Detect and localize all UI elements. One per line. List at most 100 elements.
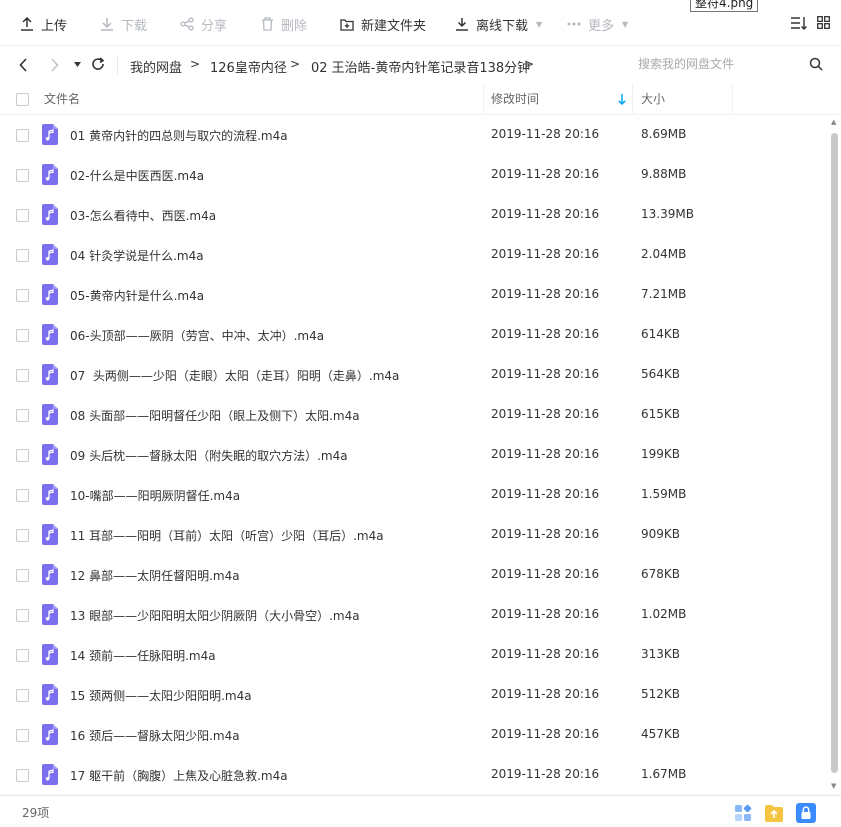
column-header-size[interactable]: 大小 <box>641 84 665 115</box>
upload-button[interactable]: 上传 <box>20 14 67 34</box>
scroll-down-icon[interactable]: ▼ <box>831 782 836 790</box>
file-name[interactable]: 05-黄帝内针是什么.m4a <box>70 287 204 304</box>
row-checkbox[interactable] <box>16 409 29 422</box>
breadcrumb-item-root[interactable]: 我的网盘 <box>130 57 182 76</box>
row-checkbox[interactable] <box>16 249 29 262</box>
new-folder-label: 新建文件夹 <box>361 18 427 34</box>
apps-icon[interactable] <box>733 803 753 823</box>
file-modified-time: 2019-11-28 20:16 <box>491 167 600 181</box>
file-name[interactable]: 11 耳部——阳明（耳前）太阳（听宫）少阳（耳后）.m4a <box>70 527 384 544</box>
download-label: 下载 <box>121 18 148 34</box>
file-size: 13.39MB <box>641 207 694 221</box>
row-checkbox[interactable] <box>16 129 29 142</box>
lock-icon[interactable] <box>796 803 816 823</box>
file-row[interactable]: 07 头两侧——少阳（走眼）太阳（走耳）阳明（走鼻）.m4a 2019-11-2… <box>0 355 828 395</box>
sort-button[interactable] <box>790 16 807 34</box>
row-checkbox[interactable] <box>16 689 29 702</box>
new-folder-button[interactable]: 新建文件夹 <box>340 14 426 34</box>
file-row[interactable]: 06-头顶部——厥阴（劳宫、中冲、太冲）.m4a 2019-11-28 20:1… <box>0 315 828 355</box>
delete-button[interactable]: 删除 <box>261 14 307 34</box>
file-size: 1.02MB <box>641 607 687 621</box>
upload-label: 上传 <box>41 18 68 34</box>
grid-view-button[interactable] <box>817 16 830 33</box>
search-icon[interactable] <box>809 57 823 71</box>
row-checkbox[interactable] <box>16 329 29 342</box>
audio-file-icon <box>42 604 58 625</box>
file-name[interactable]: 03-怎么看待中、西医.m4a <box>70 207 216 224</box>
row-checkbox[interactable] <box>16 209 29 222</box>
file-row[interactable]: 15 颈两侧——太阳少阳阳明.m4a 2019-11-28 20:16 512K… <box>0 675 828 715</box>
audio-file-icon <box>42 284 58 305</box>
row-checkbox[interactable] <box>16 569 29 582</box>
file-name[interactable]: 14 颈前——任脉阳明.m4a <box>70 647 216 664</box>
file-row[interactable]: 05-黄帝内针是什么.m4a 2019-11-28 20:16 7.21MB <box>0 275 828 315</box>
row-checkbox[interactable] <box>16 169 29 182</box>
row-checkbox[interactable] <box>16 729 29 742</box>
refresh-icon[interactable] <box>91 57 105 71</box>
file-row[interactable]: 02-什么是中医西医.m4a 2019-11-28 20:16 9.88MB <box>0 155 828 195</box>
back-arrow-icon[interactable] <box>19 58 28 72</box>
row-checkbox[interactable] <box>16 489 29 502</box>
download-button[interactable]: 下载 <box>100 14 147 34</box>
file-row[interactable]: 12 鼻部——太阴任督阳明.m4a 2019-11-28 20:16 678KB <box>0 555 828 595</box>
file-name[interactable]: 17 躯干前（胸腹）上焦及心脏急救.m4a <box>70 767 288 784</box>
file-row[interactable]: 10-嘴部——阳明厥阴督任.m4a 2019-11-28 20:16 1.59M… <box>0 475 828 515</box>
row-checkbox[interactable] <box>16 289 29 302</box>
sort-descending-icon[interactable] <box>618 94 626 105</box>
file-name[interactable]: 10-嘴部——阳明厥阴督任.m4a <box>70 487 240 504</box>
audio-file-icon <box>42 204 58 225</box>
file-row[interactable]: 09 头后枕——督脉太阳（附失眠的取穴方法）.m4a 2019-11-28 20… <box>0 435 828 475</box>
chevron-down-icon: ▼ <box>622 19 629 29</box>
column-header-modified[interactable]: 修改时间 <box>491 84 539 115</box>
trash-icon <box>262 17 273 31</box>
file-modified-time: 2019-11-28 20:16 <box>491 527 600 541</box>
share-button[interactable]: 分享 <box>180 14 227 34</box>
file-name[interactable]: 08 头面部——阳明督任少阳（眼上及侧下）太阳.m4a <box>70 407 360 424</box>
file-name[interactable]: 06-头顶部——厥阴（劳宫、中冲、太冲）.m4a <box>70 327 324 344</box>
row-checkbox[interactable] <box>16 529 29 542</box>
row-checkbox[interactable] <box>16 609 29 622</box>
file-name[interactable]: 15 颈两侧——太阳少阳阳明.m4a <box>70 687 252 704</box>
audio-file-icon <box>42 524 58 545</box>
row-checkbox[interactable] <box>16 649 29 662</box>
file-row[interactable]: 13 眼部——少阳阳明太阳少阴厥阴（大小骨空）.m4a 2019-11-28 2… <box>0 595 828 635</box>
breadcrumb-item-folder[interactable]: 126皇帝内径 <box>210 57 287 76</box>
navigation-bar: 我的网盘 > 126皇帝内径 > 02 王治皓-黄帝内针笔记录音138分钟 > <box>0 46 841 84</box>
table-header: 文件名 修改时间 大小 <box>0 84 841 115</box>
file-name[interactable]: 07 头两侧——少阳（走眼）太阳（走耳）阳明（走鼻）.m4a <box>70 367 399 384</box>
row-checkbox[interactable] <box>16 769 29 782</box>
column-header-name[interactable]: 文件名 <box>44 84 80 115</box>
file-name[interactable]: 16 颈后——督脉太阳少阳.m4a <box>70 727 240 744</box>
audio-file-icon <box>42 444 58 465</box>
row-checkbox[interactable] <box>16 449 29 462</box>
search-input[interactable] <box>628 52 798 76</box>
offline-download-button[interactable]: 离线下载 ▼ <box>455 14 542 34</box>
file-row[interactable]: 17 躯干前（胸腹）上焦及心脏急救.m4a 2019-11-28 20:16 1… <box>0 755 828 795</box>
history-dropdown-icon[interactable] <box>74 62 81 67</box>
more-button[interactable]: 更多 ▼ <box>567 14 628 34</box>
file-name[interactable]: 02-什么是中医西医.m4a <box>70 167 204 184</box>
file-row[interactable]: 03-怎么看待中、西医.m4a 2019-11-28 20:16 13.39MB <box>0 195 828 235</box>
file-name[interactable]: 09 头后枕——督脉太阳（附失眠的取穴方法）.m4a <box>70 447 348 464</box>
select-all-checkbox[interactable] <box>16 93 29 106</box>
share-icon <box>180 17 194 31</box>
file-row[interactable]: 14 颈前——任脉阳明.m4a 2019-11-28 20:16 313KB <box>0 635 828 675</box>
file-row[interactable]: 16 颈后——督脉太阳少阳.m4a 2019-11-28 20:16 457KB <box>0 715 828 755</box>
upload-folder-icon[interactable] <box>764 803 784 823</box>
vertical-scrollbar[interactable]: ▲ ▼ <box>828 115 841 795</box>
file-name[interactable]: 12 鼻部——太阴任督阳明.m4a <box>70 567 240 584</box>
row-checkbox[interactable] <box>16 369 29 382</box>
item-count: 29项 <box>22 806 50 820</box>
breadcrumb-item-current[interactable]: 02 王治皓-黄帝内针笔记录音138分钟 <box>311 57 530 76</box>
file-name[interactable]: 04 针灸学说是什么.m4a <box>70 247 204 264</box>
scrollbar-thumb[interactable] <box>831 133 838 773</box>
file-row[interactable]: 08 头面部——阳明督任少阳（眼上及侧下）太阳.m4a 2019-11-28 2… <box>0 395 828 435</box>
file-name[interactable]: 13 眼部——少阳阳明太阳少阴厥阴（大小骨空）.m4a <box>70 607 360 624</box>
offline-download-icon <box>456 18 468 31</box>
file-row[interactable]: 04 针灸学说是什么.m4a 2019-11-28 20:16 2.04MB <box>0 235 828 275</box>
file-row[interactable]: 11 耳部——阳明（耳前）太阳（听宫）少阳（耳后）.m4a 2019-11-28… <box>0 515 828 555</box>
forward-arrow-icon[interactable] <box>50 58 59 72</box>
scroll-up-icon[interactable]: ▲ <box>831 118 836 126</box>
file-name[interactable]: 01 黄帝内针的四总则与取穴的流程.m4a <box>70 127 288 144</box>
file-row[interactable]: 01 黄帝内针的四总则与取穴的流程.m4a 2019-11-28 20:16 8… <box>0 115 828 155</box>
